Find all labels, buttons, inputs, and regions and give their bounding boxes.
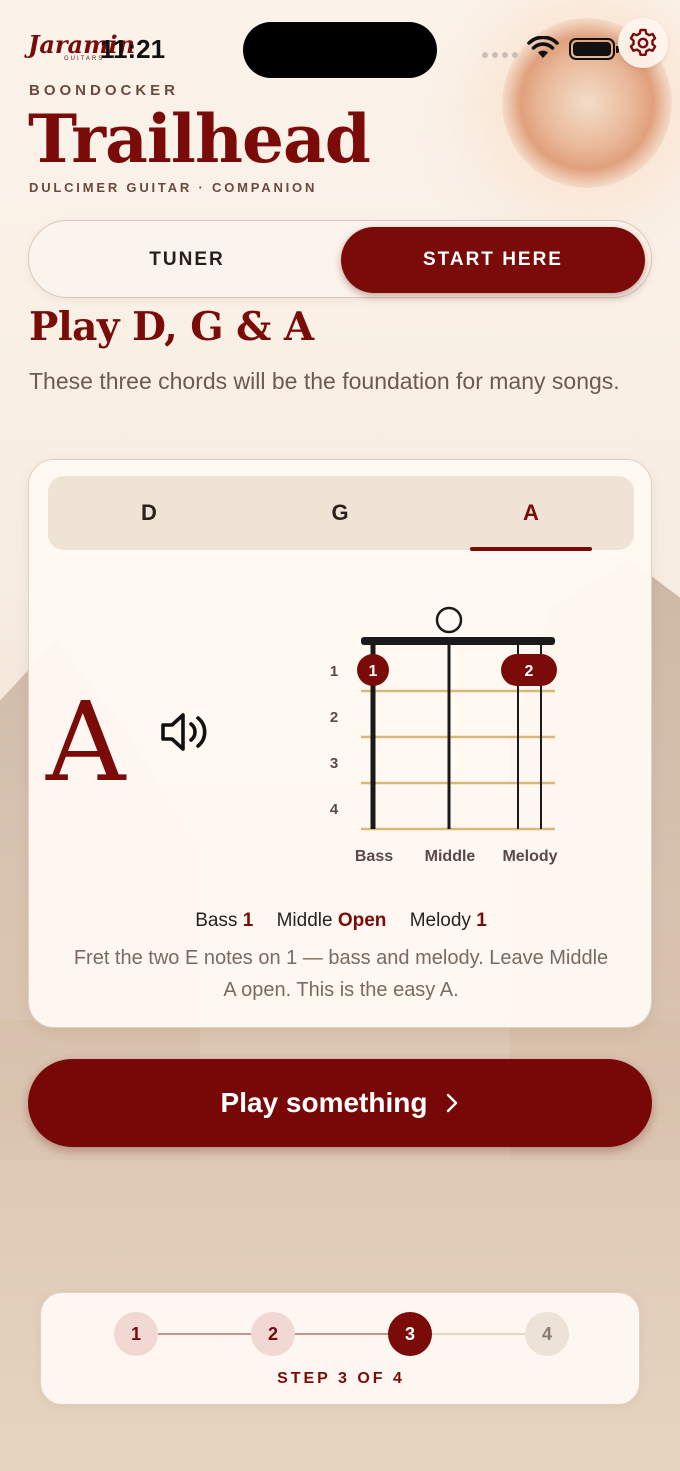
tab-start-here[interactable]: START HERE <box>341 227 645 293</box>
string-label-bass: Bass <box>355 848 393 865</box>
step-label: STEP 3 OF 4 <box>277 1370 405 1387</box>
speaker-icon[interactable] <box>159 710 211 754</box>
fret-number: 3 <box>330 755 338 772</box>
bass-label: Bass <box>195 910 238 931</box>
brand-logo-sub: GUITARS <box>64 56 105 62</box>
step-connector <box>432 1333 526 1335</box>
active-tab-indicator <box>470 547 592 551</box>
chevron-right-icon <box>447 1093 458 1113</box>
bass-value: 1 <box>242 910 254 931</box>
chord-diagram: 1 2 1 2 3 4 Bass Middle Melody <box>330 606 558 865</box>
app-eyebrow: BOONDOCKER <box>29 82 180 99</box>
step-3: 3 <box>388 1312 432 1356</box>
settings-button[interactable] <box>618 18 668 68</box>
middle-value: Open <box>337 910 387 931</box>
fingering-summary: Bass 1 Middle Open Melody 1 <box>29 910 653 932</box>
section-title: Play D, G & A <box>29 304 314 350</box>
nut <box>361 637 555 645</box>
fret-number: 4 <box>330 801 339 818</box>
play-something-button[interactable]: Play something <box>28 1059 652 1147</box>
step-connector <box>158 1333 252 1335</box>
step-1: 1 <box>114 1312 158 1356</box>
status-time: 11:21 <box>100 34 166 64</box>
mode-segmented-control: TUNER START HERE <box>28 220 652 298</box>
finger-label-2: 2 <box>525 663 534 680</box>
open-string-marker <box>435 606 463 634</box>
string-label-middle: Middle <box>425 848 476 865</box>
wifi-icon <box>527 36 559 58</box>
fret-number: 1 <box>330 663 338 680</box>
chord-hint: Fret the two E notes on 1 — bass and mel… <box>73 947 609 1001</box>
chord-name: A <box>46 678 126 806</box>
melody-value: 1 <box>476 910 487 931</box>
middle-label: Middle <box>276 910 333 931</box>
section-description: These three chords will be the foundatio… <box>29 368 620 394</box>
app-subtitle: DULCIMER GUITAR · COMPANION <box>29 180 318 195</box>
step-connector <box>295 1333 389 1335</box>
dynamic-island <box>243 22 437 78</box>
chord-tab-a[interactable]: A <box>436 476 626 550</box>
tab-tuner[interactable]: TUNER <box>35 227 339 293</box>
signal-dots-icon <box>482 52 518 58</box>
chord-card: D G A A 1 2 1 2 3 4 Bass Middle Melody B… <box>28 459 652 1028</box>
progress-stepper: 1 2 3 4 STEP 3 OF 4 <box>40 1292 640 1405</box>
step-2: 2 <box>251 1312 295 1356</box>
battery-icon <box>569 38 619 60</box>
chord-tabs: D G A <box>48 476 634 551</box>
string-label-melody: Melody <box>502 848 557 865</box>
status-bar: Jaramin GUITARS 11:21 <box>0 0 680 90</box>
chord-tab-g[interactable]: G <box>245 476 435 550</box>
melody-label: Melody <box>409 910 471 931</box>
step-4: 4 <box>525 1312 569 1356</box>
app-title: Trailhead <box>28 100 371 178</box>
chord-tab-d[interactable]: D <box>54 476 244 550</box>
gear-icon <box>629 28 657 56</box>
finger-label-1: 1 <box>369 663 378 680</box>
fret-number: 2 <box>330 709 338 726</box>
cta-label: Play something <box>220 1087 428 1118</box>
